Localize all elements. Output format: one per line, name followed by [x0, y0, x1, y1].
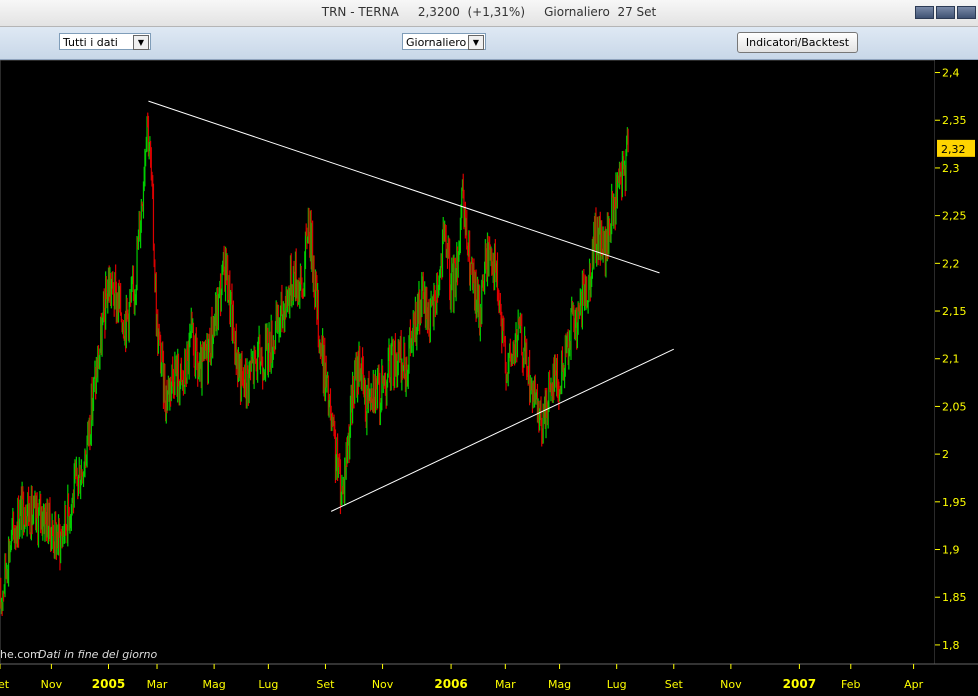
price-chart[interactable]: 2,4 2,35 2,3 2,25 2,2 2,15 2,1 2,05 2 1,95 1,9 1,85…: [0, 59, 978, 692]
x-tick-label: 2006: [434, 677, 467, 691]
x-tick-label: Set: [0, 678, 10, 691]
x-tick-label: Set: [665, 678, 684, 691]
x-tick-label: Mar: [495, 678, 516, 691]
y-tick-label: 1,95: [942, 496, 967, 509]
window-title: TRN - TERNA 2,3200 (+1,31%) Giornaliero …: [321, 5, 657, 19]
y-tick-label: 2,35: [942, 114, 967, 127]
x-tick-label: Nov: [41, 678, 63, 691]
window-controls: [915, 6, 976, 19]
footer-site-text: he.com: [0, 648, 41, 661]
range-select-value: Tutti i dati: [63, 36, 118, 49]
period-select[interactable]: Giornaliero ▼: [402, 33, 486, 50]
y-tick-label: 2,25: [942, 210, 967, 223]
x-tick-label: Mag: [548, 678, 571, 691]
range-select[interactable]: Tutti i dati ▼: [59, 33, 151, 50]
minimize-icon[interactable]: [915, 6, 934, 19]
x-tick-label: Lug: [258, 678, 278, 691]
last-price-label: 2,32: [941, 143, 966, 156]
x-tick-label: Mar: [147, 678, 168, 691]
y-tick-label: 1,9: [942, 544, 960, 557]
period-select-value: Giornaliero: [406, 36, 467, 49]
y-tick-label: 2,4: [942, 67, 960, 80]
indicators-backtest-button[interactable]: Indicatori/Backtest: [737, 32, 858, 53]
x-tick-label: 2007: [783, 677, 816, 691]
x-tick-label: Nov: [720, 678, 742, 691]
y-tick-label: 2,05: [942, 400, 967, 413]
y-tick-label: 2,2: [942, 257, 960, 270]
x-tick-label: 2005: [92, 677, 125, 691]
y-tick-label: 1,85: [942, 591, 967, 604]
x-tick-label: Lug: [607, 678, 627, 691]
close-icon[interactable]: [957, 6, 976, 19]
chevron-down-icon[interactable]: ▼: [468, 35, 484, 50]
y-tick-label: 2,3: [942, 162, 960, 175]
x-tick-label: Feb: [841, 678, 860, 691]
maximize-icon[interactable]: [936, 6, 955, 19]
y-tick-label: 1,8: [942, 639, 960, 652]
price-chart-svg[interactable]: 2,4 2,35 2,3 2,25 2,2 2,15 2,1 2,05 2 1,95 1,9 1,85…: [0, 59, 978, 692]
x-tick-label: Mag: [203, 678, 226, 691]
chart-toolbar: Tutti i dati ▼ Giornaliero ▼ Indicatori/…: [0, 27, 978, 60]
y-tick-label: 2,15: [942, 305, 967, 318]
footer-note-text: Dati in fine del giorno: [38, 648, 158, 661]
window-titlebar: TRN - TERNA 2,3200 (+1,31%) Giornaliero …: [0, 0, 978, 27]
x-tick-label: Set: [316, 678, 335, 691]
x-tick-label: Nov: [372, 678, 394, 691]
x-tick-label: Apr: [904, 678, 924, 691]
plot-area[interactable]: [0, 59, 936, 665]
y-tick-label: 2,1: [942, 353, 960, 366]
y-tick-label: 2: [942, 448, 949, 461]
chevron-down-icon[interactable]: ▼: [133, 35, 149, 50]
